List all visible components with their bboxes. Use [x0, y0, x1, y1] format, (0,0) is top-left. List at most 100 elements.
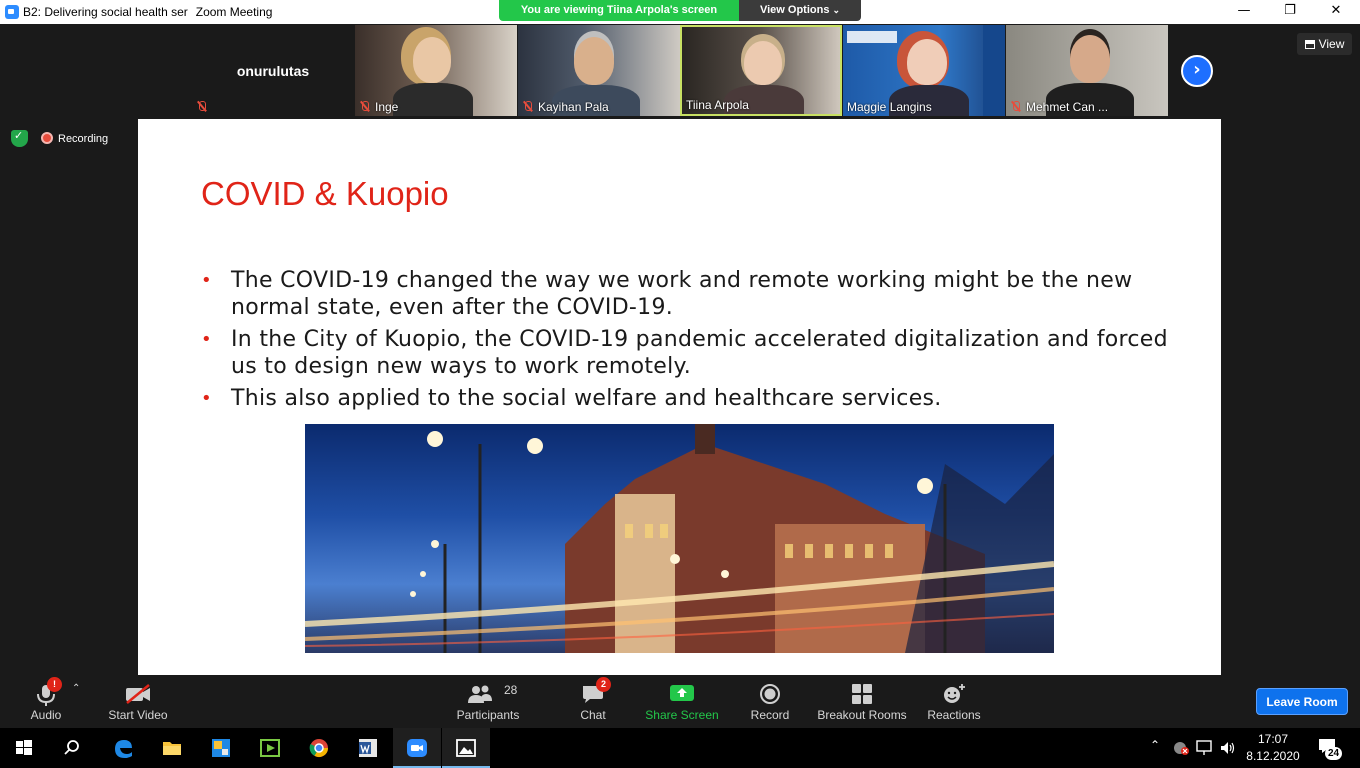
participant-tile[interactable]: Mehmet Can ...	[1006, 25, 1168, 116]
breakout-rooms-icon	[852, 684, 872, 704]
display-tray-button[interactable]	[1196, 728, 1216, 768]
city-hall-photo-illustration	[305, 424, 1054, 653]
close-icon[interactable]: ✕	[1313, 0, 1359, 24]
participant-name: Maggie Langins	[847, 100, 932, 114]
view-options-label: View Options	[759, 4, 830, 16]
system-clock[interactable]: 17:07 8.12.2020	[1242, 731, 1304, 765]
participant-name: Inge	[375, 100, 399, 114]
zoom-window: B2: Delivering social health ser Zoom Mee…	[0, 0, 1360, 768]
leave-room-button[interactable]: Leave Room	[1256, 688, 1348, 715]
meeting-toolbar: ! Audio ⌃ Start Video 28 Participants 2 …	[0, 677, 1360, 728]
chevron-down-icon: ⌄	[832, 5, 841, 15]
mic-muted-icon	[522, 101, 533, 112]
audio-label: Audio	[30, 708, 62, 722]
record-label: Record	[750, 708, 790, 722]
breakout-rooms-label: Breakout Rooms	[817, 708, 907, 722]
start-video-button[interactable]: Start Video	[104, 680, 172, 728]
slide-bullet: In the City of Kuopio, the COVID-19 pand…	[201, 326, 1181, 380]
recording-dot-icon	[41, 132, 53, 144]
media-player-icon	[260, 739, 280, 757]
recording-indicator[interactable]: Recording	[41, 130, 108, 148]
participant-tile[interactable]: onurulutas	[192, 25, 354, 116]
action-center-button[interactable]: 24	[1316, 728, 1346, 768]
breakout-rooms-button[interactable]: Breakout Rooms	[816, 680, 908, 728]
recording-label: Recording	[58, 133, 109, 145]
minimize-icon[interactable]: —	[1221, 0, 1267, 24]
view-options-button[interactable]: View Options ⌄	[739, 0, 861, 21]
participant-tile[interactable]: Maggie Langins	[843, 25, 1005, 116]
word-taskbar-button[interactable]	[344, 728, 392, 768]
next-page-arrow-icon[interactable]: ›	[1181, 55, 1213, 87]
store-taskbar-button[interactable]	[197, 728, 245, 768]
audio-options-chevron[interactable]: ⌃	[72, 680, 84, 728]
participant-tile[interactable]: Inge	[355, 25, 517, 116]
share-screen-label: Share Screen	[645, 708, 719, 722]
participants-button[interactable]: 28 Participants	[452, 680, 524, 728]
city-hall-photo	[305, 424, 1054, 653]
chrome-taskbar-button[interactable]	[295, 728, 343, 768]
search-icon	[64, 740, 79, 755]
file-explorer-taskbar-button[interactable]	[148, 728, 196, 768]
participant-tile[interactable]: Kayihan Pala	[518, 25, 680, 116]
zoom-taskbar-button[interactable]	[393, 728, 441, 768]
network-error-icon	[1174, 742, 1189, 755]
windows-taskbar: ⌃ 17:07 8.12.2020 24	[0, 728, 1360, 768]
view-grid-icon	[1304, 40, 1315, 49]
participant-name: onurulutas	[236, 63, 310, 79]
word-app-icon	[359, 739, 377, 757]
participant-label: Kayihan Pala	[522, 100, 609, 114]
notifications-count-badge: 24	[1325, 747, 1343, 760]
network-status-button[interactable]	[1172, 728, 1192, 768]
chat-button[interactable]: 2 Chat	[570, 677, 616, 728]
reactions-label: Reactions	[927, 708, 981, 722]
store-app-icon	[212, 739, 230, 757]
record-button[interactable]: Record	[746, 680, 794, 728]
participant-name: Tiina Arpola	[686, 98, 749, 112]
banner-strip	[983, 25, 1005, 116]
participant-label: Inge	[359, 100, 398, 114]
video-off-icon	[126, 684, 150, 704]
mic-muted-icon	[359, 101, 370, 112]
audio-button[interactable]: ! Audio	[20, 677, 72, 728]
edge-taskbar-button[interactable]	[99, 728, 147, 768]
mic-muted-icon	[196, 101, 207, 112]
maximize-icon[interactable]: ❐	[1267, 0, 1313, 24]
security-shield-icon[interactable]	[11, 129, 28, 147]
participant-label	[196, 100, 212, 114]
shared-screen-slide: COVID & Kuopio The COVID-19 changed the …	[138, 119, 1221, 675]
window-title-app: Zoom Meeting	[195, 5, 273, 19]
photos-taskbar-button[interactable]	[442, 728, 490, 768]
window-title-meeting: B2: Delivering social health ser	[23, 5, 188, 19]
chevron-up-icon: ⌃	[1150, 738, 1161, 752]
participant-name: Kayihan Pala	[538, 100, 609, 114]
slide-bullet: The COVID-19 changed the way we work and…	[201, 267, 1181, 321]
volume-tray-button[interactable]	[1219, 728, 1239, 768]
chevron-up-icon: ⌃	[72, 683, 81, 694]
reactions-button[interactable]: Reactions	[924, 680, 984, 728]
participant-label: Tiina Arpola	[686, 98, 749, 112]
clock-date: 8.12.2020	[1246, 749, 1300, 763]
zoom-app-icon	[5, 5, 19, 19]
participant-name: Mehmet Can ...	[1026, 100, 1109, 114]
view-button[interactable]: View	[1297, 33, 1352, 55]
edge-browser-icon	[115, 740, 132, 758]
view-label: View	[1318, 37, 1345, 51]
search-taskbar-button[interactable]	[48, 728, 96, 768]
clock-time: 17:07	[1257, 732, 1289, 746]
share-screen-icon	[670, 685, 694, 701]
participant-tile-active-speaker[interactable]: Tiina Arpola	[680, 25, 842, 116]
zoom-app-icon	[407, 739, 427, 757]
media-player-taskbar-button[interactable]	[246, 728, 294, 768]
slide-title: COVID & Kuopio	[201, 175, 449, 212]
monitor-icon	[1196, 740, 1212, 755]
share-screen-button[interactable]: Share Screen	[644, 680, 720, 728]
speaker-volume-icon	[1221, 742, 1235, 754]
meeting-area: onurulutas Inge Kayihan Pala Tiina Arpol…	[0, 24, 1360, 680]
folder-icon	[163, 742, 181, 755]
start-button[interactable]	[0, 728, 48, 768]
show-hidden-icons-button[interactable]: ⌃	[1150, 728, 1164, 768]
mic-muted-icon	[1010, 101, 1021, 112]
slide-bullet-list: The COVID-19 changed the way we work and…	[201, 267, 1181, 417]
slide-bullet: This also applied to the social welfare …	[201, 385, 1181, 412]
audio-warning-badge: !	[47, 677, 62, 692]
